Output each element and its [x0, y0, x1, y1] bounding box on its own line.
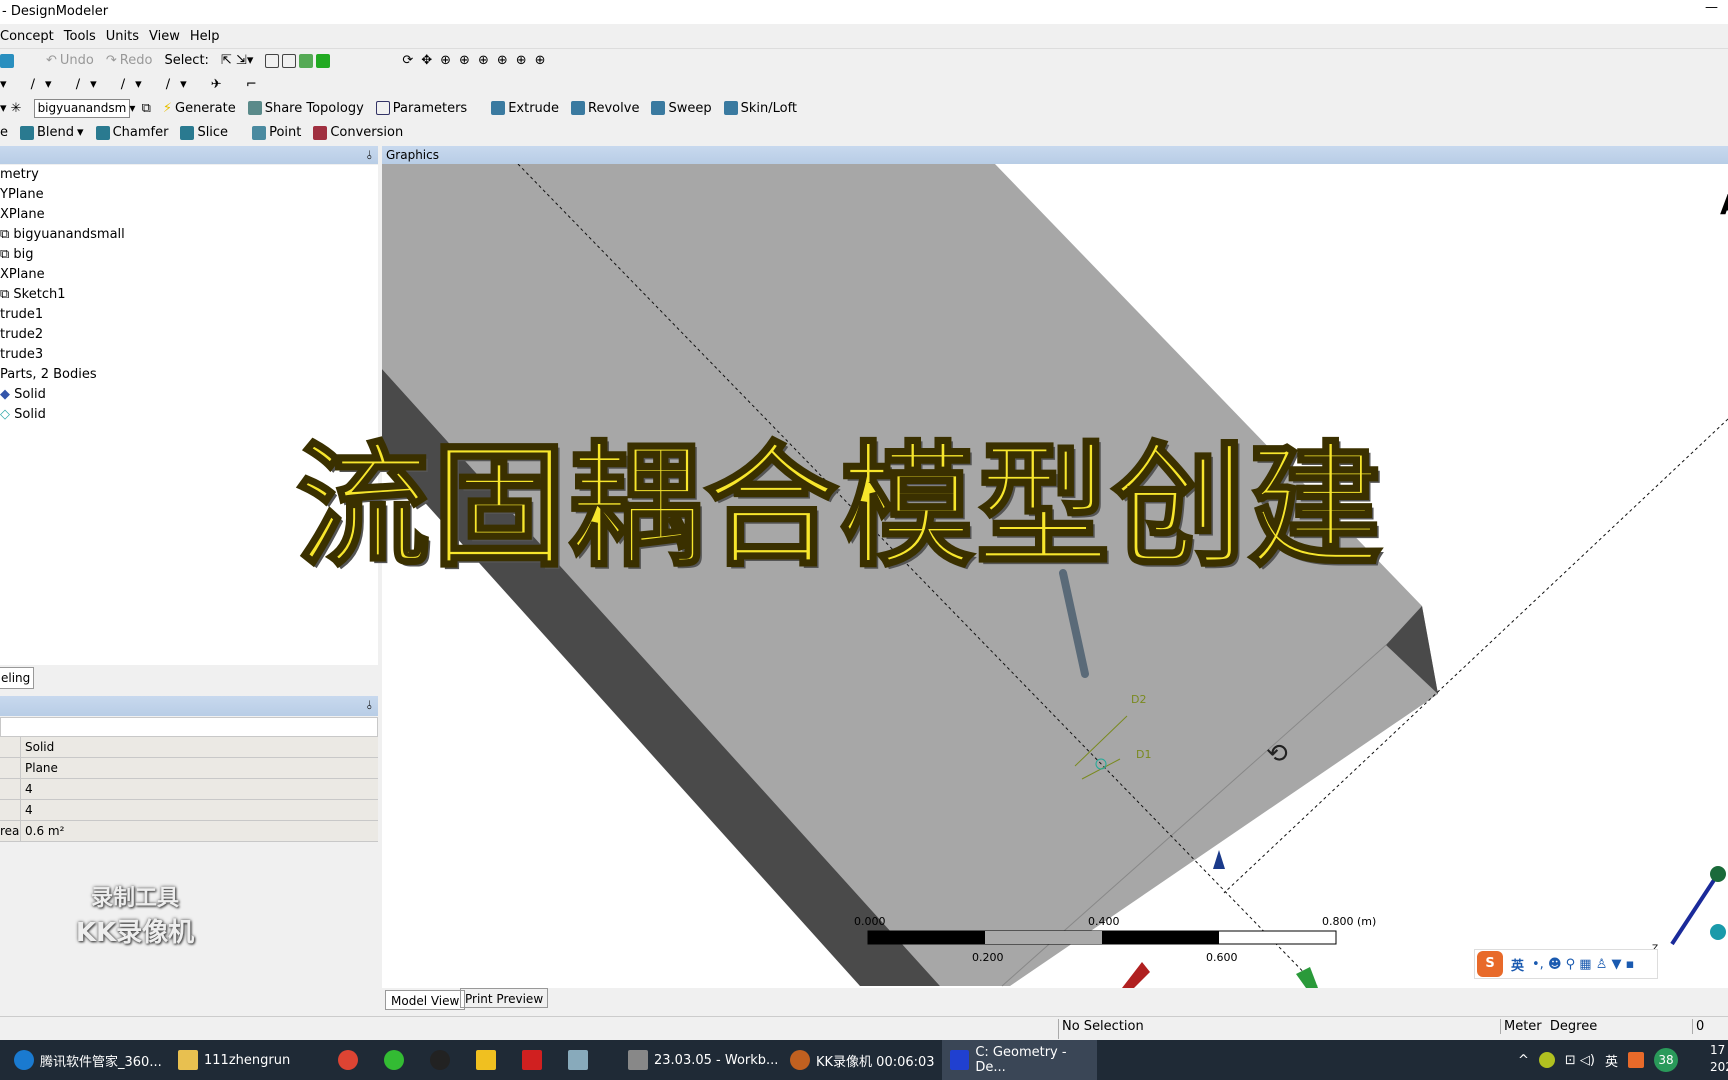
pin-icon[interactable]: ⫰	[367, 146, 372, 164]
tree-item[interactable]: XPlane	[0, 265, 378, 285]
clock[interactable]: 17202	[1710, 1042, 1728, 1076]
view-tools-icons[interactable]: ⟳✥⊕⊕⊕⊕⊕⊕	[402, 53, 553, 68]
tree-item[interactable]: YPlane	[0, 185, 378, 205]
tab-modeling[interactable]: eling	[0, 667, 34, 689]
toolbar-modify: e Blend ▾ Chamfer Slice Point Conversion	[0, 121, 1728, 144]
select-mode-icon[interactable]: ⇱ ⇲▾	[221, 53, 253, 68]
skin-loft-button[interactable]: Skin/Loft	[723, 101, 797, 116]
scale-bar	[867, 930, 1337, 945]
scale-label: 0.800 (m)	[1322, 915, 1376, 928]
new-sketch-icon[interactable]: ⧉	[142, 101, 151, 116]
line-tools-icon[interactable]: ▾ ∕▾ ∕▾ ∕▾ ∕▾ ✈ ⌐	[0, 77, 267, 92]
details-row: 4	[0, 800, 378, 821]
taskbar-item[interactable]: 腾讯软件管家_360...	[14, 1040, 162, 1080]
chamfer-button[interactable]: Chamfer	[95, 125, 168, 140]
details-table	[0, 717, 378, 737]
tree-item[interactable]: ⧉ Sketch1	[0, 285, 378, 305]
tree-item[interactable]: Parts, 2 Bodies	[0, 365, 378, 385]
details-row: rea 0.6 m²	[0, 821, 378, 842]
camera-icon[interactable]	[0, 53, 14, 68]
tree-item[interactable]: ⧉ bigyuanandsmall	[0, 225, 378, 245]
blend-button[interactable]: Blend ▾	[20, 125, 84, 140]
menu-bar: Concept Tools Units View Help	[0, 25, 1728, 47]
tree-item[interactable]: trude1	[0, 305, 378, 325]
tree-panel-header: ⫰	[0, 146, 378, 164]
scale-label: 0.000	[854, 915, 886, 928]
corner-letter: A	[1720, 188, 1728, 221]
dim-d2-label: D2	[1131, 693, 1146, 706]
sketch-select[interactable]: bigyuanandsm ▾	[33, 98, 135, 118]
system-tray[interactable]: ^ ⊡ ◁) 英 38	[1518, 1040, 1679, 1080]
tab-print-preview[interactable]: Print Preview	[460, 988, 549, 1008]
plane-icon[interactable]: ▾ ✳	[0, 101, 22, 116]
cut-button[interactable]: e	[0, 125, 8, 140]
sogou-icon: S	[1477, 951, 1503, 977]
axis-arrow-green	[1296, 967, 1318, 988]
extrude-button[interactable]: Extrude	[491, 101, 559, 116]
menu-help[interactable]: Help	[190, 29, 220, 44]
selection-filter-icons[interactable]	[265, 53, 331, 68]
menu-units[interactable]: Units	[106, 29, 139, 44]
badge: 38	[1654, 1048, 1679, 1072]
axis-triad: Z	[1652, 866, 1726, 954]
parameters-button[interactable]: Parameters	[375, 101, 467, 116]
tree-item[interactable]: metry	[0, 165, 378, 185]
details-panel-header: ⫰	[0, 696, 378, 716]
taskbar-item-active[interactable]: C: Geometry - De...	[942, 1040, 1097, 1080]
menu-concept[interactable]: Concept	[0, 29, 54, 44]
taskbar-item[interactable]: KK录像机 00:06:03	[790, 1040, 935, 1080]
sweep-button[interactable]: Sweep	[651, 101, 712, 116]
revolve-button[interactable]: Revolve	[571, 101, 639, 116]
details-row: Solid	[0, 737, 378, 758]
details-row: 4	[0, 779, 378, 800]
graphics-header: Graphics	[382, 146, 1728, 164]
details-row: Plane	[0, 758, 378, 779]
taskbar-pinned[interactable]	[338, 1040, 588, 1080]
tree-item[interactable]: ⧉ big	[0, 245, 378, 265]
tree-item[interactable]: trude3	[0, 345, 378, 365]
toolbar-main: ↶ Undo ↷ Redo Select: ⇱ ⇲▾ ⟳✥⊕⊕⊕⊕⊕⊕	[0, 48, 1728, 72]
redo-button[interactable]: ↷ Redo	[106, 53, 153, 68]
tree-outline: metry YPlane XPlane ⧉ bigyuanandsmall ⧉ …	[0, 165, 378, 665]
pin-icon[interactable]: ⫰	[367, 696, 372, 714]
axis-arrow-red	[1122, 962, 1150, 988]
scale-label: 0.600	[1206, 951, 1238, 964]
recorder-watermark: 录制工具 KK录像机	[75, 886, 195, 948]
generate-button[interactable]: ⚡ Generate	[163, 101, 236, 116]
minimize-button[interactable]: —	[1705, 0, 1718, 15]
tree-item[interactable]: XPlane	[0, 205, 378, 225]
status-selection: No Selection	[1058, 1019, 1498, 1039]
dim-d1-label: D1	[1136, 748, 1151, 761]
window-title: - DesignModeler	[2, 4, 109, 19]
undo-button[interactable]: ↶ Undo	[46, 53, 94, 68]
select-label: Select:	[164, 53, 209, 68]
slice-button[interactable]: Slice	[180, 125, 228, 140]
conversion-button[interactable]: Conversion	[313, 125, 403, 140]
axis-arrow-blue	[1213, 850, 1225, 869]
scale-label: 0.200	[972, 951, 1004, 964]
tree-item[interactable]: ◆ Solid	[0, 385, 378, 405]
point-button[interactable]: Point	[252, 125, 301, 140]
toolbar-sketch: ▾ ∕▾ ∕▾ ∕▾ ∕▾ ✈ ⌐	[0, 73, 1728, 95]
share-topology-button[interactable]: Share Topology	[247, 101, 364, 116]
toolbar-features: ▾ ✳ bigyuanandsm ▾ ⧉ ⚡ Generate Share Topo…	[0, 96, 1728, 120]
rotate-cursor-icon: ⟲	[1266, 739, 1288, 769]
scale-label: 0.400	[1088, 915, 1120, 928]
status-units: Meter Degree	[1500, 1019, 1690, 1034]
tab-model-view[interactable]: Model View	[385, 990, 466, 1010]
tree-item[interactable]: trude2	[0, 325, 378, 345]
status-count: 0	[1692, 1019, 1704, 1034]
title-bar: - DesignModeler —	[0, 0, 1728, 24]
taskbar-item[interactable]: 23.03.05 - Workb...	[628, 1040, 778, 1080]
status-bar: No Selection Meter Degree 0	[0, 1016, 1728, 1040]
menu-tools[interactable]: Tools	[64, 29, 96, 44]
tree-item[interactable]: ◇ Solid	[0, 405, 378, 425]
ime-lang[interactable]: 英	[1511, 955, 1524, 974]
taskbar-item[interactable]: 111zhengrun	[178, 1040, 290, 1080]
video-caption: 流固耦合模型创建	[295, 429, 1385, 585]
ime-toolbar[interactable]: S 英 •, ☻ ⚲ ▦ ♙ ▼ ▪	[1474, 949, 1658, 979]
menu-view[interactable]: View	[149, 29, 180, 44]
